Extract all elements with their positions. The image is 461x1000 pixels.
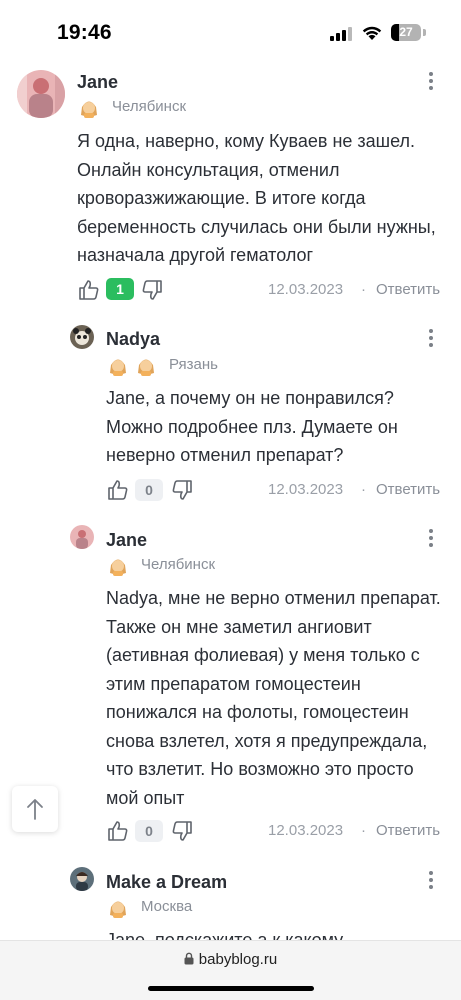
comment-text: Jane, а почему он не понравился? Можно п… bbox=[106, 388, 398, 465]
baby-badge-icon bbox=[110, 359, 126, 376]
more-icon[interactable] bbox=[421, 327, 441, 349]
author-name[interactable]: Make a Dream bbox=[106, 872, 227, 893]
baby-badge-icon bbox=[110, 901, 126, 918]
badges bbox=[106, 553, 130, 577]
status-bar: 19:46 27 bbox=[0, 0, 461, 62]
author-name[interactable]: Jane bbox=[106, 530, 147, 551]
thumbs-up-icon[interactable] bbox=[106, 819, 130, 843]
reply-button[interactable]: Ответить bbox=[376, 822, 440, 839]
avatar[interactable] bbox=[70, 525, 94, 549]
rating-count: 1 bbox=[106, 278, 134, 300]
more-icon[interactable] bbox=[421, 527, 441, 549]
author-name[interactable]: Nadya bbox=[106, 329, 160, 350]
separator-dot: · bbox=[361, 281, 366, 298]
comment-text: Я одна, наверно, кому Куваев не зашел. О… bbox=[77, 131, 436, 265]
comment-date: 12.03.2023 bbox=[268, 281, 344, 298]
url-display[interactable]: babyblog.ru bbox=[0, 951, 461, 968]
author-name[interactable]: Jane bbox=[77, 72, 118, 93]
reply-button[interactable]: Ответить bbox=[376, 481, 440, 498]
status-time: 19:46 bbox=[57, 21, 112, 44]
battery-level: 27 bbox=[399, 25, 413, 39]
thumbs-down-icon[interactable] bbox=[140, 278, 164, 302]
author-city: Челябинск bbox=[141, 556, 216, 573]
signal-icon bbox=[330, 27, 354, 41]
wifi-icon bbox=[362, 26, 382, 40]
home-indicator bbox=[148, 986, 314, 991]
battery-icon: 27 bbox=[391, 24, 421, 41]
browser-url-bar[interactable]: babyblog.ru bbox=[0, 940, 461, 1000]
lock-icon bbox=[184, 952, 194, 965]
baby-badge-icon bbox=[81, 101, 97, 118]
comment-date: 12.03.2023 bbox=[268, 481, 344, 498]
comment-text: Nadya, мне не верно отменил препарат. Та… bbox=[106, 588, 441, 808]
separator-dot: · bbox=[361, 481, 366, 498]
rating-count: 0 bbox=[135, 479, 163, 501]
arrow-up-icon bbox=[27, 799, 43, 820]
author-city: Челябинск bbox=[112, 98, 187, 115]
url-domain: babyblog.ru bbox=[198, 951, 278, 968]
thumbs-up-icon[interactable] bbox=[77, 278, 101, 302]
more-icon[interactable] bbox=[421, 869, 441, 891]
baby-badge-icon bbox=[138, 359, 154, 376]
thumbs-up-icon[interactable] bbox=[106, 478, 130, 502]
more-icon[interactable] bbox=[421, 70, 441, 92]
scroll-to-top-button[interactable] bbox=[12, 786, 58, 832]
avatar[interactable] bbox=[17, 70, 65, 118]
author-city: Рязань bbox=[169, 356, 218, 373]
comment-date: 12.03.2023 bbox=[268, 822, 344, 839]
badges bbox=[106, 895, 130, 919]
baby-badge-icon bbox=[110, 559, 126, 576]
separator-dot: · bbox=[361, 822, 366, 839]
avatar[interactable] bbox=[70, 867, 94, 891]
avatar[interactable] bbox=[70, 325, 94, 349]
battery-cap bbox=[423, 29, 426, 36]
badges bbox=[106, 353, 158, 377]
rating-count: 0 bbox=[135, 820, 163, 842]
badges bbox=[77, 95, 101, 119]
reply-button[interactable]: Ответить bbox=[376, 281, 440, 298]
thumbs-down-icon[interactable] bbox=[170, 478, 194, 502]
author-city: Москва bbox=[141, 898, 193, 915]
thumbs-down-icon[interactable] bbox=[170, 819, 194, 843]
